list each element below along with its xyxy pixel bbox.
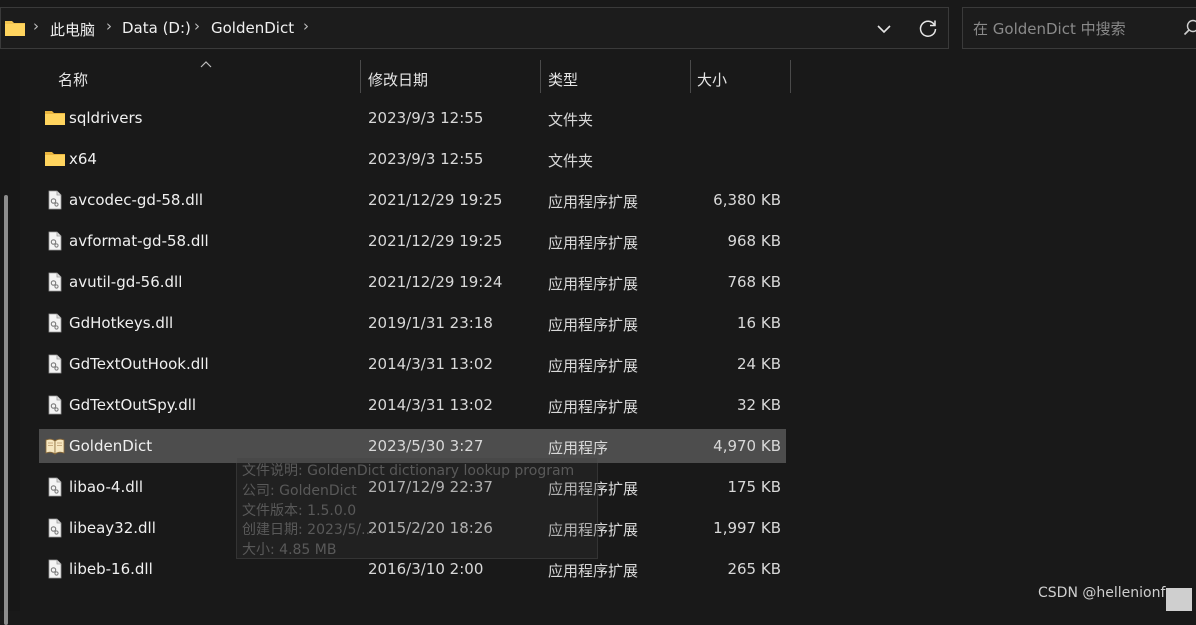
file-row[interactable]: GdHotkeys.dll 2019/1/31 23:18 应用程序扩展 16 … <box>39 306 786 340</box>
file-type: 应用程序 <box>548 437 608 458</box>
file-size: 175 KB <box>727 478 781 496</box>
breadcrumb-goldendict[interactable]: GoldenDict <box>211 19 294 37</box>
file-size: 6,380 KB <box>713 191 781 209</box>
tooltip-line: 文件版本: 1.5.0.0 <box>242 500 356 520</box>
file-type: 应用程序扩展 <box>548 355 638 376</box>
tooltip-line: 文件说明: GoldenDict dictionary lookup progr… <box>242 460 574 480</box>
file-size: 24 KB <box>737 355 781 373</box>
file-date: 2023/5/30 3:27 <box>368 437 483 455</box>
file-name: libao-4.dll <box>69 478 143 496</box>
column-header-name[interactable]: 名称 <box>39 60 360 94</box>
file-type: 应用程序扩展 <box>548 560 638 581</box>
column-header-label: 名称 <box>58 69 88 90</box>
file-type: 应用程序扩展 <box>548 314 638 335</box>
file-size: 968 KB <box>727 232 781 250</box>
file-type: 应用程序扩展 <box>548 232 638 253</box>
tooltip-line: 大小: 4.85 MB <box>242 539 336 559</box>
dll-file-icon <box>45 190 65 210</box>
column-header-size[interactable]: 大小 <box>691 60 790 94</box>
file-name: libeb-16.dll <box>69 560 153 578</box>
dll-file-icon <box>45 272 65 292</box>
file-date: 2014/3/31 13:02 <box>368 396 493 414</box>
details-view-icon[interactable] <box>1166 588 1192 611</box>
dll-file-icon <box>45 559 65 579</box>
refresh-icon[interactable] <box>916 17 940 41</box>
folder-icon <box>5 19 25 36</box>
file-name: GoldenDict <box>69 437 152 455</box>
tooltip-line: 公司: GoldenDict <box>242 480 357 500</box>
scrollbar-thumb[interactable] <box>4 195 8 625</box>
search-box[interactable] <box>962 7 1196 49</box>
file-date: 2021/12/29 19:25 <box>368 232 502 250</box>
file-row[interactable]: sqldrivers 2023/9/3 12:55 文件夹 <box>39 101 786 135</box>
breadcrumb-separator: › <box>106 17 112 35</box>
file-size: 4,970 KB <box>713 437 781 455</box>
file-date: 2023/9/3 12:55 <box>368 109 483 127</box>
tooltip-line: 创建日期: 2023/5/... <box>242 519 375 539</box>
column-header-label: 大小 <box>697 69 727 90</box>
file-name: GdHotkeys.dll <box>69 314 173 332</box>
file-size: 1,997 KB <box>713 519 781 537</box>
file-date: 2021/12/29 19:24 <box>368 273 502 291</box>
file-type: 应用程序扩展 <box>548 396 638 417</box>
dll-file-icon <box>45 354 65 374</box>
search-icon[interactable] <box>1183 19 1196 37</box>
file-name: sqldrivers <box>69 109 142 127</box>
watermark: CSDN @hellenionfa <box>1038 585 1174 601</box>
file-size: 32 KB <box>737 396 781 414</box>
address-bar[interactable]: › 此电脑 › Data (D:) › GoldenDict › <box>0 7 949 49</box>
file-row[interactable]: avcodec-gd-58.dll 2021/12/29 19:25 应用程序扩… <box>39 183 786 217</box>
file-row[interactable]: GdTextOutSpy.dll 2014/3/31 13:02 应用程序扩展 … <box>39 388 786 422</box>
chevron-down-icon[interactable] <box>873 18 895 40</box>
file-size: 265 KB <box>727 560 781 578</box>
file-name: x64 <box>69 150 97 168</box>
file-date: 2014/3/31 13:02 <box>368 355 493 373</box>
column-header-label: 修改日期 <box>368 69 428 90</box>
file-date: 2021/12/29 19:25 <box>368 191 502 209</box>
file-name: avcodec-gd-58.dll <box>69 191 203 209</box>
column-header-date[interactable]: 修改日期 <box>361 60 540 94</box>
dll-file-icon <box>45 477 65 497</box>
file-date: 2016/3/10 2:00 <box>368 560 483 578</box>
file-row[interactable]: GdTextOutHook.dll 2014/3/31 13:02 应用程序扩展… <box>39 347 786 381</box>
breadcrumb-separator: › <box>33 17 39 35</box>
column-header-type[interactable]: 类型 <box>541 60 690 94</box>
file-type: 文件夹 <box>548 109 593 130</box>
dll-file-icon <box>45 518 65 538</box>
search-input[interactable] <box>971 17 1165 41</box>
file-size: 16 KB <box>737 314 781 332</box>
breadcrumb-separator: › <box>194 17 200 35</box>
file-row[interactable]: avformat-gd-58.dll 2021/12/29 19:25 应用程序… <box>39 224 786 258</box>
file-info-tooltip: 文件说明: GoldenDict dictionary lookup progr… <box>236 457 598 559</box>
file-name: libeay32.dll <box>69 519 156 537</box>
book-app-icon <box>45 436 65 456</box>
file-name: avformat-gd-58.dll <box>69 232 209 250</box>
file-row[interactable]: x64 2023/9/3 12:55 文件夹 <box>39 142 786 176</box>
folder-icon <box>45 149 65 169</box>
dll-file-icon <box>45 231 65 251</box>
column-divider[interactable] <box>790 60 791 93</box>
file-type: 应用程序扩展 <box>548 191 638 212</box>
file-type: 应用程序扩展 <box>548 273 638 294</box>
dll-file-icon <box>45 395 65 415</box>
file-row[interactable]: avutil-gd-56.dll 2021/12/29 19:24 应用程序扩展… <box>39 265 786 299</box>
dll-file-icon <box>45 313 65 333</box>
breadcrumb-this-pc[interactable]: 此电脑 <box>50 19 95 40</box>
file-date: 2023/9/3 12:55 <box>368 150 483 168</box>
breadcrumb-separator: › <box>303 17 309 35</box>
file-size: 768 KB <box>727 273 781 291</box>
column-header-label: 类型 <box>548 69 578 90</box>
file-date: 2019/1/31 23:18 <box>368 314 493 332</box>
breadcrumb-drive-d[interactable]: Data (D:) <box>122 19 191 37</box>
file-name: GdTextOutSpy.dll <box>69 396 196 414</box>
vertical-scrollbar[interactable] <box>0 60 20 611</box>
file-type: 文件夹 <box>548 150 593 171</box>
file-name: avutil-gd-56.dll <box>69 273 182 291</box>
file-name: GdTextOutHook.dll <box>69 355 209 373</box>
folder-icon <box>45 108 65 128</box>
